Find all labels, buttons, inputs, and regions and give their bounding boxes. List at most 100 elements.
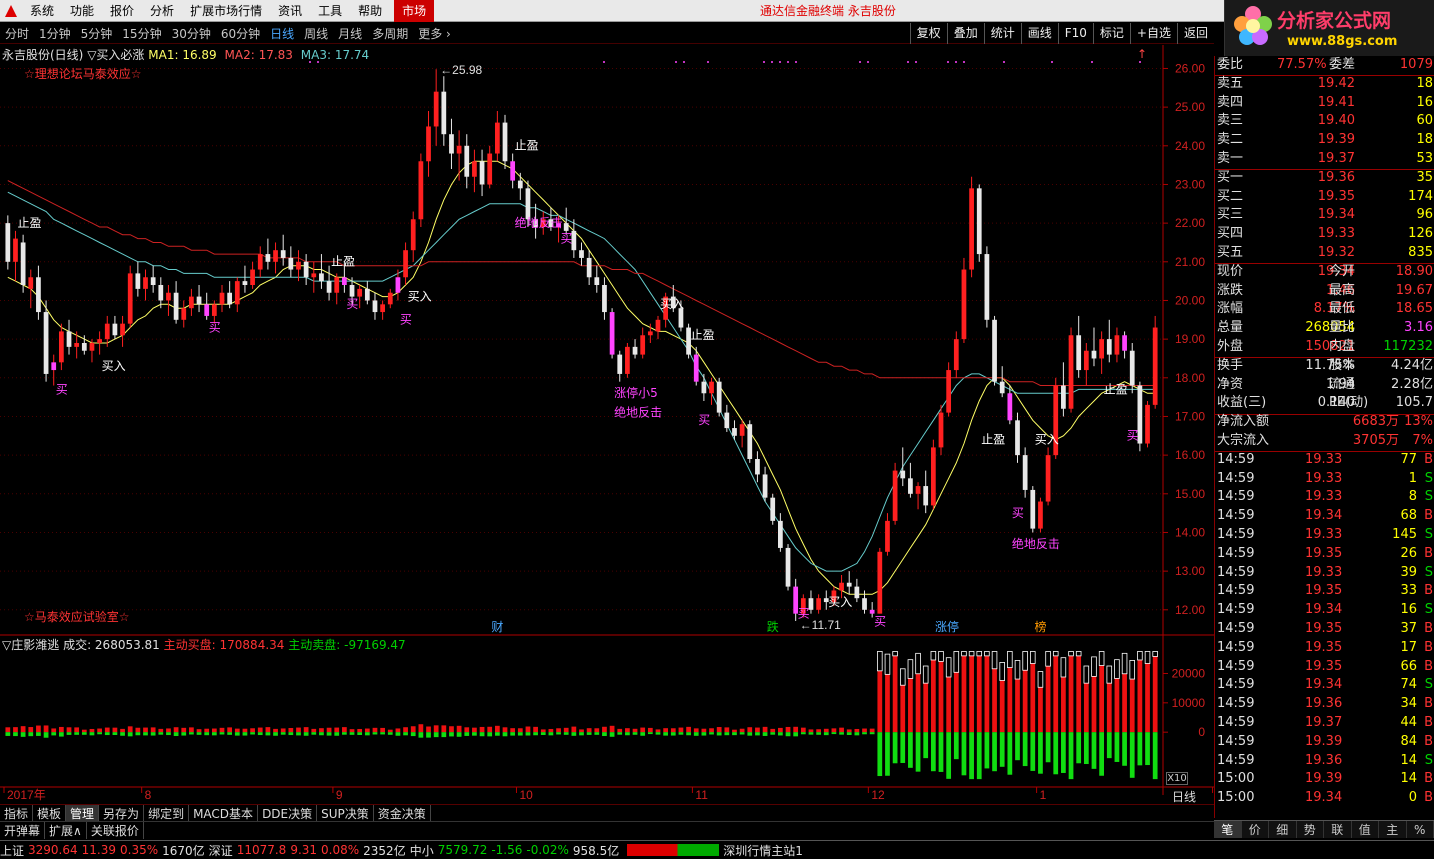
- tab-indicator[interactable]: 指标: [0, 804, 34, 822]
- order-ratio-row: 委比 77.57% 委差 1079: [1215, 56, 1434, 75]
- stat-row: 涨幅 8.17% 最低 18.65: [1215, 300, 1434, 319]
- buy-volume-bar: [625, 728, 630, 733]
- period-60min[interactable]: 60分钟: [216, 25, 265, 42]
- tick-volume: 68: [1400, 508, 1417, 524]
- sz-index-label[interactable]: 深证: [209, 842, 233, 859]
- period-1min[interactable]: 1分钟: [34, 25, 76, 42]
- market-button[interactable]: 市场: [394, 0, 435, 22]
- restore-rights-button[interactable]: 复权: [909, 23, 947, 44]
- period-daily[interactable]: 日线: [265, 25, 299, 42]
- price-tick-label: 24.00: [1175, 139, 1205, 153]
- sell-volume-bar: [479, 732, 485, 737]
- danmaku-button[interactable]: 开弹幕: [0, 821, 46, 839]
- overlay-button[interactable]: 叠加: [946, 23, 984, 44]
- related-quote-button[interactable]: 关联报价: [87, 821, 144, 839]
- ask-label: 卖二: [1217, 132, 1244, 148]
- chart-area[interactable]: 26.00 25.00 24.00 23.00 22.00 21.00 20.00 19.00…: [0, 45, 1330, 835]
- ask-price: 19.41: [1317, 94, 1355, 110]
- sell-volume-bar: [1122, 732, 1127, 766]
- add-watchlist-button[interactable]: +自选: [1129, 23, 1177, 44]
- tab-fund[interactable]: 资金决策: [374, 804, 431, 822]
- period-15min[interactable]: 15分钟: [117, 25, 166, 42]
- period-multi[interactable]: 多周期: [367, 25, 413, 42]
- tab-trend[interactable]: 势: [1297, 821, 1324, 838]
- tick-volume: 14: [1400, 752, 1417, 768]
- sh-index-label[interactable]: 上证: [0, 842, 24, 859]
- stat-row: 总量 268054 量比 3.16: [1215, 319, 1434, 338]
- ask-price: 19.37: [1317, 151, 1355, 166]
- menu-item-ext-market[interactable]: 扩展市场行情: [182, 0, 270, 22]
- f10-button[interactable]: F10: [1057, 23, 1093, 44]
- sell-volume-bar: [112, 732, 118, 735]
- buy-volume-bar: [938, 661, 944, 733]
- buy-volume-bar: [433, 725, 439, 733]
- app-icon[interactable]: [0, 0, 22, 22]
- mark-button[interactable]: 标记: [1092, 23, 1130, 44]
- tab-sup[interactable]: SUP决策: [317, 804, 374, 822]
- tab-trades[interactable]: 笔: [1214, 821, 1242, 838]
- fundamental-row: 净资 1.94 流通 2.28亿: [1215, 376, 1434, 395]
- sell-volume-bar: [173, 732, 179, 737]
- tab-value[interactable]: 值: [1352, 821, 1379, 838]
- tab-template[interactable]: 模板: [33, 804, 67, 822]
- tab-price[interactable]: 价: [1242, 821, 1269, 838]
- sme-index-label[interactable]: 中小: [410, 842, 434, 859]
- sh-index-amount: 1670亿: [162, 843, 205, 858]
- total-volume-outline: [1091, 656, 1097, 677]
- buy-volume-bar: [342, 727, 347, 733]
- stat-label: 涨幅: [1217, 301, 1244, 317]
- sell-volume-bar: [28, 732, 34, 737]
- buy-volume-bar: [900, 685, 906, 733]
- tab-macd[interactable]: MACD基本: [189, 804, 259, 822]
- buy-volume-bar: [410, 726, 416, 733]
- menu-item-tools[interactable]: 工具: [310, 0, 350, 22]
- menu-bar: 系统 功能 报价 分析 扩展市场行情 资讯 工具 帮助 市场 通达信金融终端 永…: [0, 0, 1434, 22]
- tab-dde[interactable]: DDE决策: [258, 804, 318, 822]
- period-30min[interactable]: 30分钟: [167, 25, 216, 42]
- menu-item-analysis[interactable]: 分析: [142, 0, 182, 22]
- tab-related[interactable]: 联: [1324, 821, 1352, 838]
- expand-button[interactable]: 扩展∧: [45, 821, 87, 839]
- menu-item-news[interactable]: 资讯: [270, 0, 310, 22]
- indicator-name[interactable]: ▽买入必涨: [87, 48, 144, 62]
- period-monthly[interactable]: 月线: [333, 25, 367, 42]
- candle-body: [242, 281, 248, 285]
- tab-bind[interactable]: 绑定到: [144, 804, 190, 822]
- volume-indicator-name[interactable]: ▽庄影潍逃: [2, 638, 59, 652]
- buy-volume-bar: [104, 727, 110, 733]
- period-minute-line[interactable]: 分时: [0, 25, 34, 42]
- tab-save-as[interactable]: 另存为: [99, 804, 145, 822]
- fund-flow-row: 大宗流入 3705万 7%: [1215, 432, 1434, 451]
- buy-volume-bar: [204, 728, 210, 733]
- sell-volume-bar: [58, 732, 64, 737]
- sell-volume-bar: [1068, 732, 1074, 780]
- server-name[interactable]: 深圳行情主站1: [723, 842, 803, 859]
- back-button[interactable]: 返回: [1176, 23, 1214, 44]
- menu-item-help[interactable]: 帮助: [350, 0, 390, 22]
- period-weekly[interactable]: 周线: [299, 25, 333, 42]
- tick-time: 15:00: [1217, 790, 1255, 806]
- draw-line-button[interactable]: 画线: [1020, 23, 1058, 44]
- ask-price: 19.40: [1317, 113, 1355, 129]
- buy-volume-bar: [181, 727, 187, 733]
- tick-volume: 77: [1400, 451, 1417, 467]
- price-tick-label: 22.00: [1175, 216, 1205, 230]
- candle-body: [74, 343, 80, 347]
- kline-chart[interactable]: 26.00 25.00 24.00 23.00 22.00 21.00 20.00 19.00…: [0, 45, 1330, 805]
- menu-item-quote[interactable]: 报价: [102, 0, 142, 22]
- signal-label: 止盈: [331, 255, 355, 269]
- tab-detail[interactable]: 细: [1269, 821, 1297, 838]
- buy-volume-bar: [953, 672, 959, 733]
- buy-volume-bar: [28, 727, 34, 733]
- period-5min[interactable]: 5分钟: [76, 25, 118, 42]
- menu-item-function[interactable]: 功能: [62, 0, 102, 22]
- tab-main[interactable]: 主: [1379, 821, 1407, 838]
- zoom-button[interactable]: X10: [1166, 772, 1188, 785]
- tab-manage[interactable]: 管理: [66, 804, 100, 822]
- tab-percent[interactable]: %: [1407, 821, 1434, 838]
- statistics-button[interactable]: 统计: [983, 23, 1021, 44]
- stat-label: 内盘: [1329, 339, 1356, 354]
- menu-item-system[interactable]: 系统: [22, 0, 62, 22]
- period-more[interactable]: 更多 ›: [413, 25, 456, 42]
- candle-body: [747, 424, 753, 459]
